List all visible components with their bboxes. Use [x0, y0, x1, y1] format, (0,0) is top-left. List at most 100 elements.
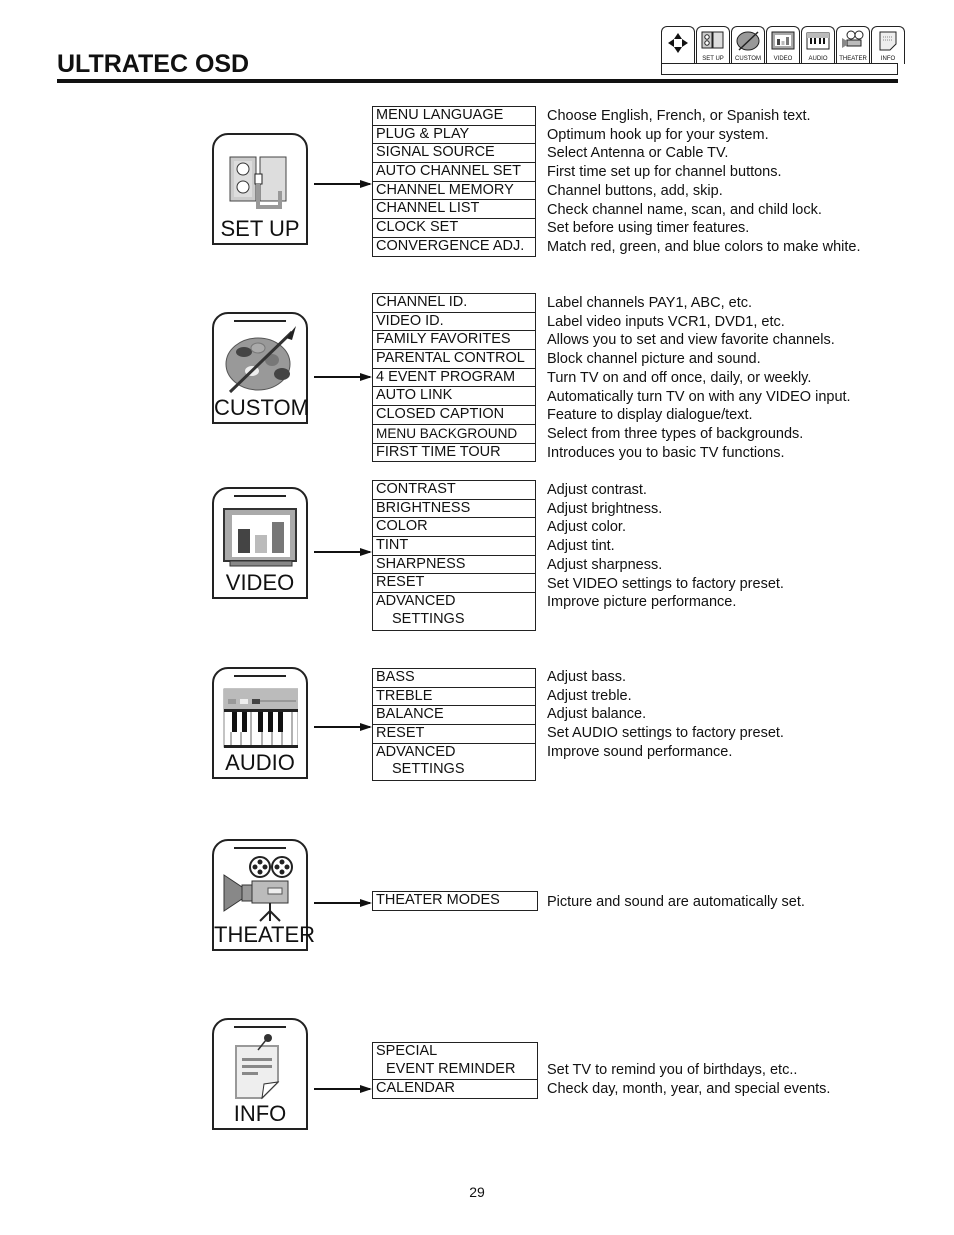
menu-item[interactable]: CHANNEL MEMORY: [373, 182, 535, 201]
menu-item[interactable]: AUTO CHANNEL SET: [373, 163, 535, 182]
nav-tab-label: AUDIO: [808, 56, 828, 62]
item-description: Adjust color.: [547, 519, 626, 536]
projector-icon: [842, 30, 864, 48]
menu-item[interactable]: MENU LANGUAGE: [373, 107, 535, 126]
nav-tab-move[interactable]: [661, 26, 695, 64]
menu-item[interactable]: VIDEO ID.: [373, 313, 535, 332]
item-description: Adjust tint.: [547, 538, 615, 555]
menu-item[interactable]: THEATER MODES: [373, 892, 537, 910]
outlet-icon: [229, 156, 287, 209]
category-label: CUSTOM: [214, 395, 309, 420]
item-description: Automatically turn TV on with any VIDEO …: [547, 388, 851, 405]
menu-item[interactable]: BALANCE: [373, 706, 535, 726]
menu-item[interactable]: FAMILY FAVORITES: [373, 331, 535, 351]
nav-tab-theater[interactable]: THEATER: [836, 26, 870, 64]
item-description: First time set up for channel buttons.: [547, 164, 782, 181]
item-description: Choose English, French, or Spanish text.: [547, 108, 811, 124]
nav-tab-video[interactable]: VIDEO: [766, 26, 800, 64]
menu-item[interactable]: CLOCK SET: [373, 219, 535, 238]
menu-item[interactable]: CHANNEL LIST: [373, 200, 535, 220]
nav-tab-custom[interactable]: CUSTOM: [731, 26, 765, 64]
menu-item[interactable]: CONTRAST: [373, 481, 535, 500]
menu-item[interactable]: SHARPNESS: [373, 556, 535, 575]
nav-tab-label: THEATER: [839, 56, 867, 62]
divider: [234, 847, 286, 849]
divider: [234, 320, 286, 322]
menu-item[interactable]: TINT: [373, 537, 535, 556]
audio-category-icon[interactable]: AUDIO: [212, 667, 308, 779]
menu-item[interactable]: 4 EVENT PROGRAM: [373, 369, 535, 388]
item-description: Optimum hook up for your system.: [547, 126, 769, 143]
item-description: Adjust treble.: [547, 687, 632, 704]
custom-descriptions: Label channels PAY1, ABC, etc. Label vid…: [547, 294, 851, 462]
palette-icon: [736, 31, 760, 51]
tv-bars-icon: [771, 31, 795, 50]
nav-status-bar: [661, 63, 898, 75]
divider: [234, 1026, 286, 1028]
nav-tab-info[interactable]: INFO: [871, 26, 905, 64]
item-description: Match red, green, and blue colors to mak…: [547, 238, 861, 255]
item-description: Picture and sound are automatically set.: [547, 894, 805, 910]
arrow-connector: [314, 548, 372, 556]
menu-item[interactable]: TREBLE: [373, 688, 535, 707]
item-description: Set before using timer features.: [547, 220, 750, 237]
menu-item[interactable]: SPECIAL EVENT REMINDER: [373, 1043, 537, 1081]
nav-tab-audio[interactable]: AUDIO: [801, 26, 835, 64]
tv-bars-icon: [223, 508, 297, 567]
nav-tab-label: CUSTOM: [735, 56, 761, 62]
arrow-connector: [314, 373, 372, 381]
video-category-icon[interactable]: VIDEO: [212, 487, 308, 599]
nav-tab-label: VIDEO: [773, 56, 793, 62]
setup-category-icon[interactable]: SET UP: [212, 133, 308, 245]
outlet-icon: [701, 31, 724, 49]
theater-descriptions: Picture and sound are automatically set.: [547, 893, 805, 912]
item-description: Set TV to remind you of birthdays, etc..: [547, 1062, 798, 1078]
menu-item[interactable]: RESET: [373, 725, 535, 744]
nav-tab-label: SET UP: [702, 56, 724, 62]
keyboard-icon: [806, 32, 830, 50]
menu-item[interactable]: RESET: [373, 574, 535, 594]
audio-descriptions: Adjust bass. Adjust treble. Adjust balan…: [547, 668, 784, 762]
item-description: Label channels PAY1, ABC, etc.: [547, 295, 753, 311]
nav-tab-setup[interactable]: SET UP: [696, 26, 730, 64]
menu-item[interactable]: FIRST TIME TOUR: [373, 444, 535, 462]
item-description: Block channel picture and sound.: [547, 351, 761, 368]
item-description: Select from three types of backgrounds.: [547, 425, 804, 442]
item-description: Adjust brightness.: [547, 500, 663, 517]
item-description: Check day, month, year, and special even…: [547, 1080, 831, 1097]
divider: [234, 675, 286, 677]
menu-item[interactable]: CONVERGENCE ADJ.: [373, 238, 535, 256]
theater-category-icon[interactable]: THEATER: [212, 839, 315, 951]
item-description: Adjust bass.: [547, 669, 626, 685]
arrow-connector: [314, 180, 372, 188]
projector-icon: [223, 856, 293, 922]
item-description: Improve picture performance.: [547, 594, 737, 611]
menu-item[interactable]: CHANNEL ID.: [373, 294, 535, 313]
osd-nav-strip: SET UP CUSTOM VIDEO AUDIO THEATER INFO: [661, 26, 905, 75]
divider: [234, 495, 286, 497]
menu-item[interactable]: CLOSED CAPTION: [373, 406, 535, 425]
custom-category-icon[interactable]: CUSTOM: [212, 312, 309, 424]
menu-item[interactable]: ADVANCED SETTINGS: [373, 744, 535, 780]
menu-item[interactable]: CALENDAR: [373, 1080, 537, 1098]
menu-item[interactable]: PLUG & PLAY: [373, 126, 535, 145]
menu-item[interactable]: MENU BACKGROUND: [373, 425, 535, 444]
note-icon: [235, 1034, 280, 1100]
info-menu: SPECIAL EVENT REMINDER CALENDAR: [372, 1042, 538, 1100]
item-description: Set VIDEO settings to factory preset.: [547, 575, 784, 592]
menu-item[interactable]: ADVANCED SETTINGS: [373, 593, 535, 629]
info-category-icon[interactable]: INFO: [212, 1018, 308, 1130]
item-description: Adjust sharpness.: [547, 556, 663, 573]
item-description: Select Antenna or Cable TV.: [547, 145, 729, 162]
category-label: AUDIO: [225, 750, 295, 775]
item-description: Allows you to set and view favorite chan…: [547, 332, 835, 349]
page-number: 29: [469, 1184, 485, 1200]
menu-item[interactable]: BASS: [373, 669, 535, 688]
menu-item[interactable]: COLOR: [373, 518, 535, 538]
menu-item[interactable]: PARENTAL CONTROL: [373, 350, 535, 369]
menu-item[interactable]: SIGNAL SOURCE: [373, 144, 535, 164]
keyboard-icon: [223, 688, 298, 748]
menu-item[interactable]: AUTO LINK: [373, 387, 535, 407]
item-description: Adjust contrast.: [547, 482, 647, 498]
menu-item[interactable]: BRIGHTNESS: [373, 500, 535, 519]
